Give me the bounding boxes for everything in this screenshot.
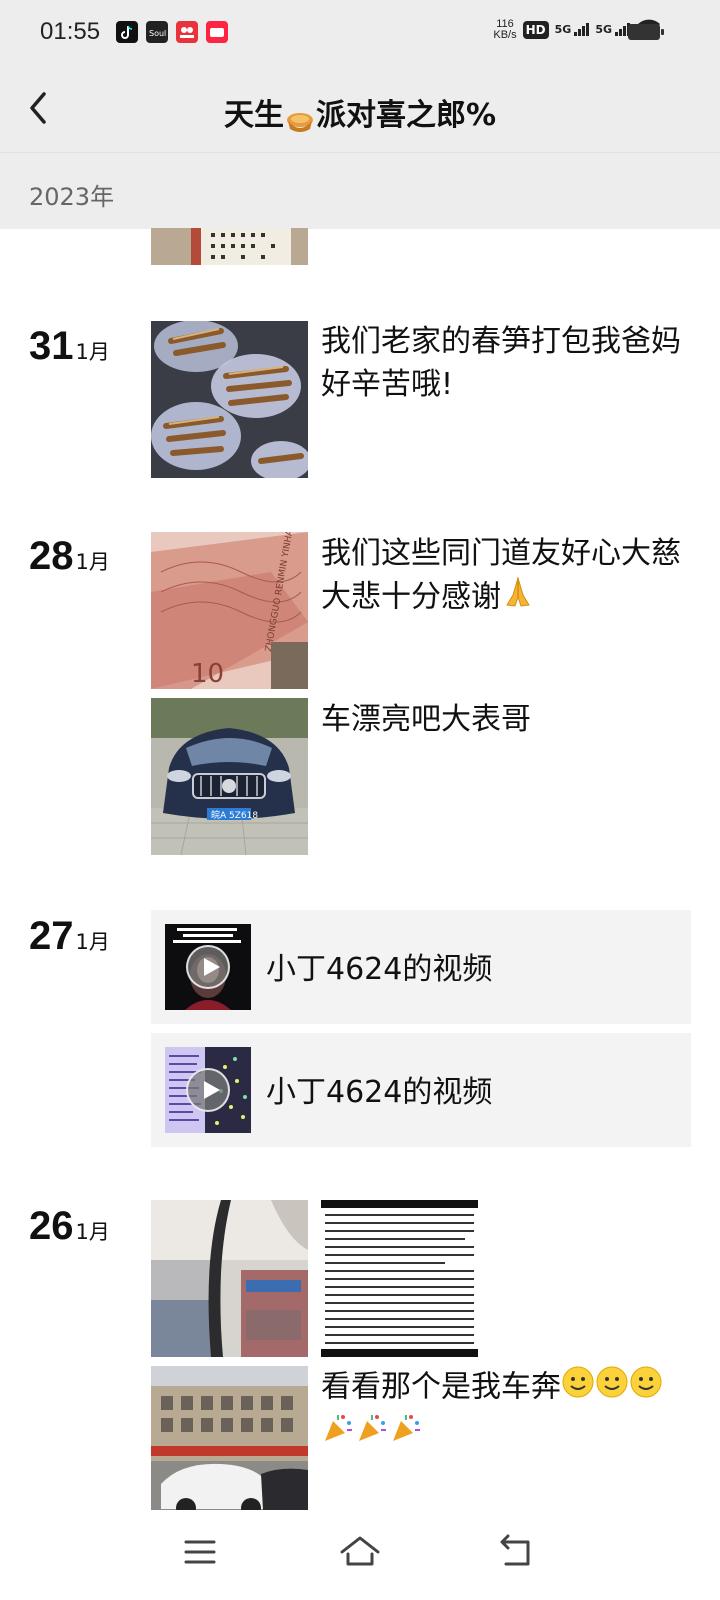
post-date: 26 1月	[29, 1204, 110, 1249]
license-plate-text: 皖A 5Z618	[211, 809, 258, 821]
shopping-app-icon	[176, 21, 198, 43]
battery-icon	[628, 24, 664, 40]
post-month: 1月	[75, 930, 110, 954]
post-caption-car[interactable]: 车漂亮吧大表哥	[321, 698, 691, 741]
svg-text:10: 10	[191, 659, 224, 689]
video-post-card[interactable]: 小丁4624的视频	[151, 910, 691, 1024]
party-popper-emoji-icon	[321, 1411, 355, 1457]
video-thumbnail[interactable]	[165, 924, 251, 1010]
post-date: 28 1月	[29, 534, 110, 579]
red-app-icon	[206, 21, 228, 43]
post-image-street[interactable]	[151, 1366, 308, 1510]
post-day: 28	[29, 534, 74, 578]
post-month: 1月	[75, 340, 110, 364]
post-image-car-interior[interactable]	[151, 1200, 308, 1357]
post-image-banknote[interactable]: ZHONGGUO RENMIN YINHANG 10	[151, 532, 308, 689]
status-bar: 01:55 Soul 116 KB/s HD 5G 5G	[0, 0, 720, 64]
moments-list[interactable]: 31 1月 我们老家的春笋打包我爸妈好辛苦哦! 28 1月 ZHONGGUO R…	[0, 228, 720, 1510]
page-title: 天生 派对喜之郎%	[0, 90, 720, 134]
status-time: 01:55	[40, 18, 101, 45]
title-left: 天生	[223, 98, 284, 133]
post-caption[interactable]: 我们老家的春笋打包我爸妈好辛苦哦!	[321, 320, 691, 406]
signal-sim2-icon: 5G	[595, 23, 630, 36]
post-caption-text: 看看那个是我车奔	[321, 1369, 561, 1405]
post-image-text-quote[interactable]	[321, 1200, 478, 1357]
nav-bar: 天生 派对喜之郎%	[0, 64, 720, 152]
system-nav-bar	[0, 1510, 720, 1600]
signal-sim1-icon: 5G	[555, 23, 590, 36]
year-label: 2023年	[29, 183, 115, 211]
post-image-calligraphy[interactable]	[151, 228, 308, 265]
post-day: 26	[29, 1204, 74, 1248]
smiley-emoji-icon	[595, 1365, 629, 1411]
party-popper-emoji-icon	[355, 1411, 389, 1457]
smiley-emoji-icon	[629, 1365, 663, 1411]
play-icon	[186, 1068, 230, 1112]
post-day: 27	[29, 914, 74, 958]
status-app-icons: Soul	[116, 21, 228, 43]
net-speed-unit: KB/s	[493, 28, 517, 41]
folded-hands-emoji-icon	[501, 575, 535, 621]
tiktok-icon	[116, 21, 138, 43]
post-image-car[interactable]: 皖A 5Z618	[151, 698, 308, 855]
post-month: 1月	[75, 1220, 110, 1244]
post-date: 31 1月	[29, 324, 110, 369]
menu-icon[interactable]	[178, 1530, 222, 1574]
sim1-label: 5G	[554, 23, 572, 36]
back-icon[interactable]	[494, 1530, 538, 1574]
video-thumbnail[interactable]	[165, 1047, 251, 1133]
net-speed-value: 116	[496, 17, 514, 30]
party-popper-emoji-icon	[389, 1411, 423, 1457]
post-caption[interactable]: 我们这些同门道友好心大慈大悲十分感谢	[321, 532, 691, 621]
post-month: 1月	[75, 550, 110, 574]
hd-voice-icon: HD	[522, 20, 549, 39]
post-date: 27 1月	[29, 914, 110, 959]
video-title: 小丁4624的视频	[266, 1075, 493, 1110]
post-day: 31	[29, 324, 74, 368]
svg-text:Soul: Soul	[149, 29, 166, 38]
play-icon	[186, 945, 230, 989]
post-caption[interactable]: 看看那个是我车奔	[321, 1365, 691, 1457]
sim2-label: 5G	[595, 23, 612, 36]
post-image-bamboo-shoots[interactable]	[151, 321, 308, 478]
video-post-card[interactable]: 小丁4624的视频	[151, 1033, 691, 1147]
smiley-emoji-icon	[561, 1365, 595, 1411]
net-speed: 116 KB/s	[493, 17, 517, 41]
title-right: 派对喜之郎%	[315, 98, 497, 133]
video-title: 小丁4624的视频	[266, 952, 493, 987]
soul-icon: Soul	[146, 21, 168, 43]
home-icon[interactable]	[338, 1530, 382, 1574]
year-header: 2023年	[0, 152, 720, 229]
pie-emoji-icon	[285, 106, 315, 132]
